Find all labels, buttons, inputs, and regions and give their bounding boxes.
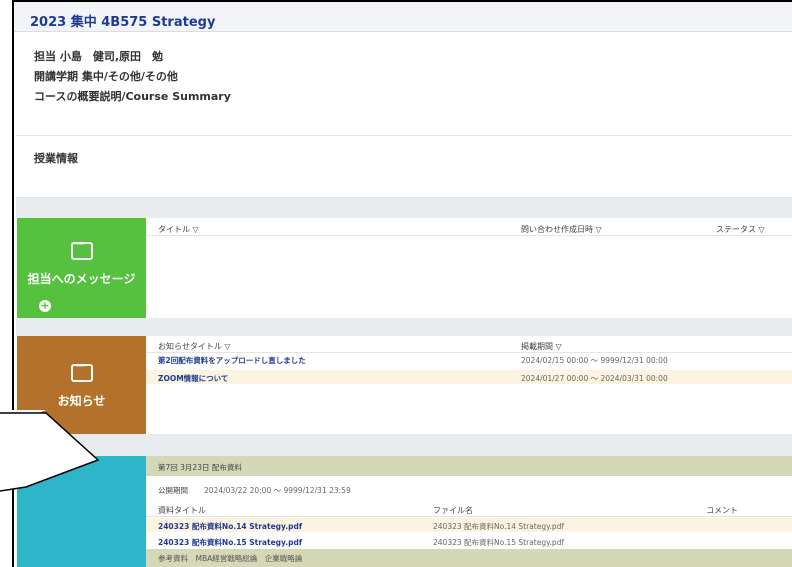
col-title-header[interactable]: タイトル ▽ (158, 224, 199, 235)
course-title: 2023 集中 4B575 Strategy (14, 2, 792, 32)
public-period-value: 2024/03/22 20:00 ～ 9999/12/31 23:59 (204, 486, 351, 495)
notice-period: 2024/01/27 00:00 ～ 2024/03/31 00:00 (521, 374, 668, 383)
material-title[interactable]: 240323 配布資料No.14 Strategy.pdf (158, 521, 302, 532)
class-info-heading: 授業情報 (34, 152, 78, 165)
table-row[interactable]: 240323 配布資料No.15 Strategy.pdf 240323 配布資… (146, 534, 792, 548)
section-band: 第7回 3月23日 配布資料 (146, 456, 792, 476)
notice-card[interactable]: お知らせ (17, 336, 146, 434)
col-date-header[interactable]: 問い合わせ作成日時 ▽ (521, 224, 602, 235)
notice-title[interactable]: 第2回配布資料をアップロードし直しました (158, 355, 306, 366)
section-gap (16, 318, 792, 336)
notice-period: 2024/02/15 00:00 ～ 9999/12/31 00:00 (521, 356, 668, 365)
message-panel: タイトル ▽ 問い合わせ作成日時 ▽ ステータス ▽ (146, 218, 792, 318)
table-row[interactable]: ZOOM情報について 2024/01/27 00:00 ～ 2024/03/31… (146, 370, 792, 384)
section-gap (16, 198, 792, 218)
instructor-line: 担当 小島 健司,原田 勉 (34, 50, 164, 63)
chat-bubble-icon (70, 361, 93, 382)
divider (16, 135, 792, 136)
message-card[interactable]: 担当へのメッセージ + (17, 218, 146, 318)
materials-panel: 第7回 3月23日 配布資料 公開期間 2024/03/22 20:00 ～ 9… (146, 456, 792, 567)
notice-period-header[interactable]: 掲載期間 ▽ (521, 341, 562, 352)
course-page: 2023 集中 4B575 Strategy 担当 小島 健司,原田 勉 開講学… (12, 0, 792, 567)
col-status-header[interactable]: ステータス ▽ (716, 224, 765, 235)
public-period-label: 公開期間 (158, 486, 188, 495)
notice-title[interactable]: ZOOM情報について (158, 373, 228, 384)
notice-title-header[interactable]: お知らせタイトル ▽ (158, 341, 231, 352)
material-file[interactable]: 240323 配布資料No.15 Strategy.pdf (433, 537, 564, 548)
divider (146, 235, 792, 236)
section-band: 参考資料 MBA経営戦略総論 企業戦略論 (146, 549, 792, 567)
add-message-icon[interactable]: + (39, 300, 51, 312)
divider (146, 516, 792, 517)
term-line: 開講学期 集中/その他/その他 (34, 70, 178, 83)
notice-panel: お知らせタイトル ▽ 掲載期間 ▽ 第2回配布資料をアップロードし直しました 2… (146, 336, 792, 434)
notice-card-label: お知らせ (57, 394, 106, 408)
file-name-header: ファイル名 (433, 506, 473, 515)
material-file[interactable]: 240323 配布資料No.14 Strategy.pdf (433, 521, 564, 532)
message-card-label: 担当へのメッセージ (27, 272, 136, 286)
chat-bubble-icon (70, 239, 93, 260)
materials-card[interactable] (17, 456, 146, 567)
comment-header: コメント (706, 506, 738, 515)
material-title[interactable]: 240323 配布資料No.15 Strategy.pdf (158, 537, 302, 548)
section-gap (16, 434, 792, 456)
section-title: 第7回 3月23日 配布資料 (158, 463, 242, 472)
table-row[interactable]: 第2回配布資料をアップロードし直しました 2024/02/15 00:00 ～ … (146, 353, 792, 366)
next-section-title: 参考資料 MBA経営戦略総論 企業戦略論 (158, 554, 303, 563)
course-summary-heading: コースの概要説明/Course Summary (34, 90, 231, 103)
table-row[interactable]: 240323 配布資料No.14 Strategy.pdf 240323 配布資… (146, 518, 792, 532)
material-title-header: 資料タイトル (158, 506, 206, 515)
